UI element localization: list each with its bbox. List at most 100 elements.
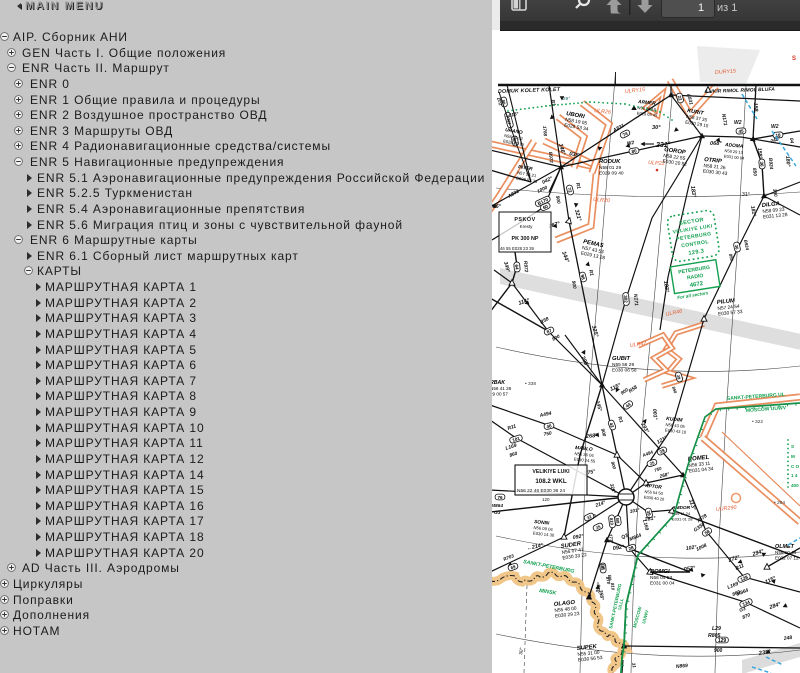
svg-text:L169: L169 [727,581,740,591]
svg-text:N56 10 44: N56 10 44 [775,550,797,555]
svg-text:068°: 068° [710,141,722,147]
svg-text:R805: R805 [708,633,721,639]
svg-text:ULRY15: ULRY15 [625,87,647,95]
svg-text:R11: R11 [735,563,746,572]
svg-text:E030 14 30: E030 14 30 [533,531,555,538]
svg-text:C O: C O [791,464,800,469]
svg-text:MOSCOW: MOSCOW [632,605,643,628]
svg-text:325°: 325° [608,483,616,494]
svg-text:129.3: 129.3 [688,248,705,256]
svg-text:E032 07 12: E032 07 12 [775,556,799,561]
svg-text:PK 300 NP: PK 300 NP [512,236,539,242]
svg-text:015°: 015° [508,111,519,119]
svg-text:850: 850 [751,168,758,177]
svg-text:45: 45 [738,129,744,134]
svg-text:294°: 294° [751,548,766,558]
svg-text:860: 860 [509,451,519,459]
svg-text:• 338: • 338 [525,381,536,387]
svg-text:870: 870 [742,612,752,621]
svg-text:750: 750 [543,430,552,438]
svg-text:M864: M864 [736,588,750,598]
svg-text:281°: 281° [643,515,656,523]
svg-text:181°: 181° [749,205,757,218]
svg-text:W2: W2 [626,140,634,147]
svg-text:R1: R1 [616,416,624,424]
svg-text:870: 870 [605,576,611,585]
svg-text:900: 900 [610,461,617,470]
svg-text:B972: B972 [548,152,554,164]
svg-text:L29: L29 [712,626,721,632]
svg-text:30°: 30° [652,125,661,131]
svg-text:B924: B924 [743,239,750,251]
svg-text:1000: 1000 [536,185,549,195]
svg-text:36: 36 [759,161,764,167]
svg-text:144°: 144° [560,251,570,265]
svg-text:E031 00 04: E031 00 04 [650,581,675,587]
svg-text:E031 01 28: E031 01 28 [672,517,693,522]
svg-text:GUBIT: GUBIT [612,356,630,362]
svg-text:R972: R972 [522,261,529,273]
svg-text:180°: 180° [784,156,791,168]
svg-text:248: 248 [782,635,792,642]
svg-text:N56 22 46 E030 36 24: N56 22 46 E030 36 24 [517,488,565,494]
svg-text:Kresty: Kresty [520,224,534,229]
svg-text:N56 04 53: N56 04 53 [650,575,672,581]
svg-text:M864: M864 [629,533,643,543]
svg-text:VELIKIYE LUKI: VELIKIYE LUKI [532,469,570,475]
svg-text:E029 09 40: E029 09 40 [599,171,624,177]
svg-text:76: 76 [497,495,503,500]
svg-text:W2: W2 [771,124,779,130]
svg-text:4672: 4672 [689,281,704,289]
svg-text:850: 850 [728,253,735,262]
svg-text:A494: A494 [538,411,552,420]
svg-text:186°: 186° [492,204,502,210]
svg-text:214°: 214° [594,500,608,510]
svg-text:ULR20: ULR20 [593,197,610,204]
svg-text:N58 01 29: N58 01 29 [599,165,621,171]
svg-text:64: 64 [514,264,519,270]
svg-text:M: M [791,454,795,459]
svg-text:E031 00 04: E031 00 04 [724,154,746,161]
svg-text:400: 400 [791,483,799,488]
svg-text:900: 900 [599,428,607,438]
svg-text:DOMUK KOLET KOLET: DOMUK KOLET KOLET [498,87,561,95]
svg-text:31: 31 [631,662,637,668]
svg-text:G3: G3 [494,510,501,516]
svg-text:MINSK: MINSK [539,588,558,597]
svg-text:S: S [791,444,794,449]
svg-text:145°: 145° [594,400,603,413]
svg-text:900: 900 [714,648,723,654]
svg-text:900: 900 [554,195,561,204]
svg-text:358°: 358° [597,589,605,601]
svg-text:052°: 052° [683,565,696,573]
svg-text:N869: N869 [676,663,689,670]
svg-text:101°: 101° [629,507,640,515]
svg-text:R1: R1 [574,182,582,190]
svg-text:N171: N171 [720,113,728,126]
svg-text:158°: 158° [756,148,763,160]
svg-text:1008: 1008 [695,543,708,553]
svg-text:183°: 183° [662,280,670,293]
svg-text:46 55 E028 23 39: 46 55 E028 23 39 [500,246,535,251]
svg-text:R11: R11 [507,423,517,431]
svg-text:268°: 268° [658,472,670,481]
svg-text:RODUK: RODUK [599,159,621,165]
svg-text:UUWV: UUWV [641,609,650,625]
svg-text:ULLL: ULLL [617,597,624,610]
svg-text:29°: 29° [563,96,570,102]
svg-text:R58: R58 [539,316,550,326]
svg-text:092°: 092° [612,544,625,552]
svg-text:R1: R1 [587,269,595,277]
svg-text:• 322: • 322 [752,419,763,425]
svg-text:001°: 001° [651,409,658,421]
svg-text:UUR290: UUR290 [716,505,737,513]
svg-text:• 294: • 294 [774,500,785,506]
svg-text:158: 158 [752,103,759,112]
svg-text:321°: 321° [573,209,582,222]
svg-text:360: 360 [771,188,778,197]
svg-text:B924: B924 [767,158,774,170]
svg-text:750: 750 [654,466,663,473]
svg-text:284°: 284° [768,601,783,611]
svg-text:30°: 30° [518,647,525,655]
svg-text:E030 06 58: E030 06 58 [612,368,637,374]
